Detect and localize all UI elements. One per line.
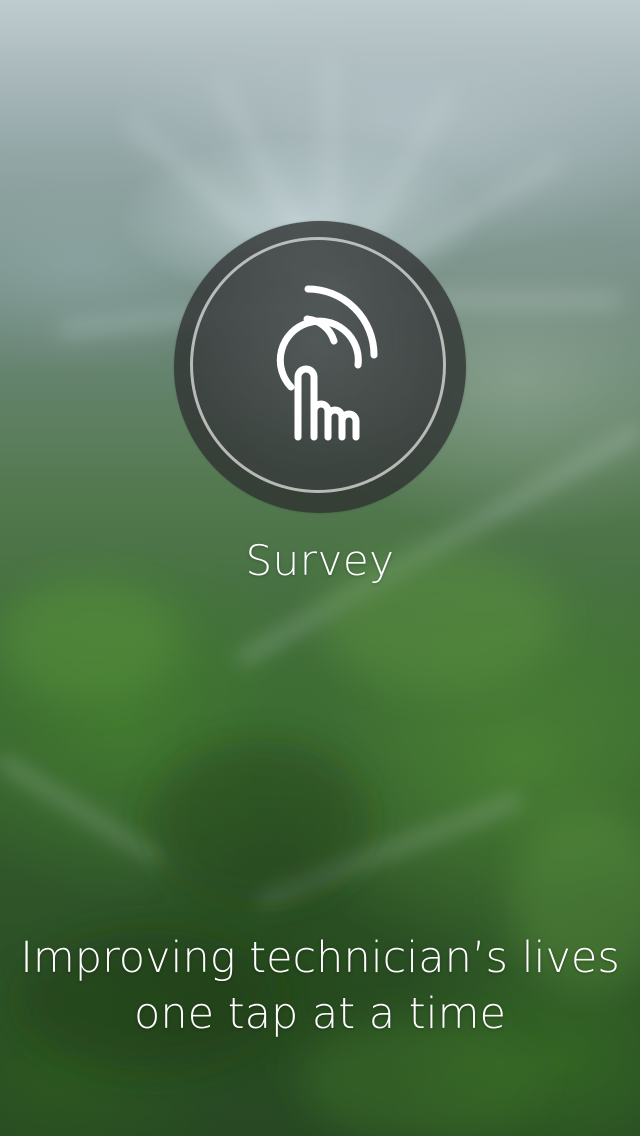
- tap-finger-icon: [276, 285, 378, 441]
- tagline-line-1: Improving technician’s lives: [20, 933, 620, 983]
- survey-label: Survey: [245, 536, 395, 585]
- tagline-line-2: one tap at a time: [134, 989, 506, 1039]
- tagline: Improving technician’s lives one tap at …: [0, 930, 640, 1042]
- survey-button[interactable]: [174, 221, 466, 513]
